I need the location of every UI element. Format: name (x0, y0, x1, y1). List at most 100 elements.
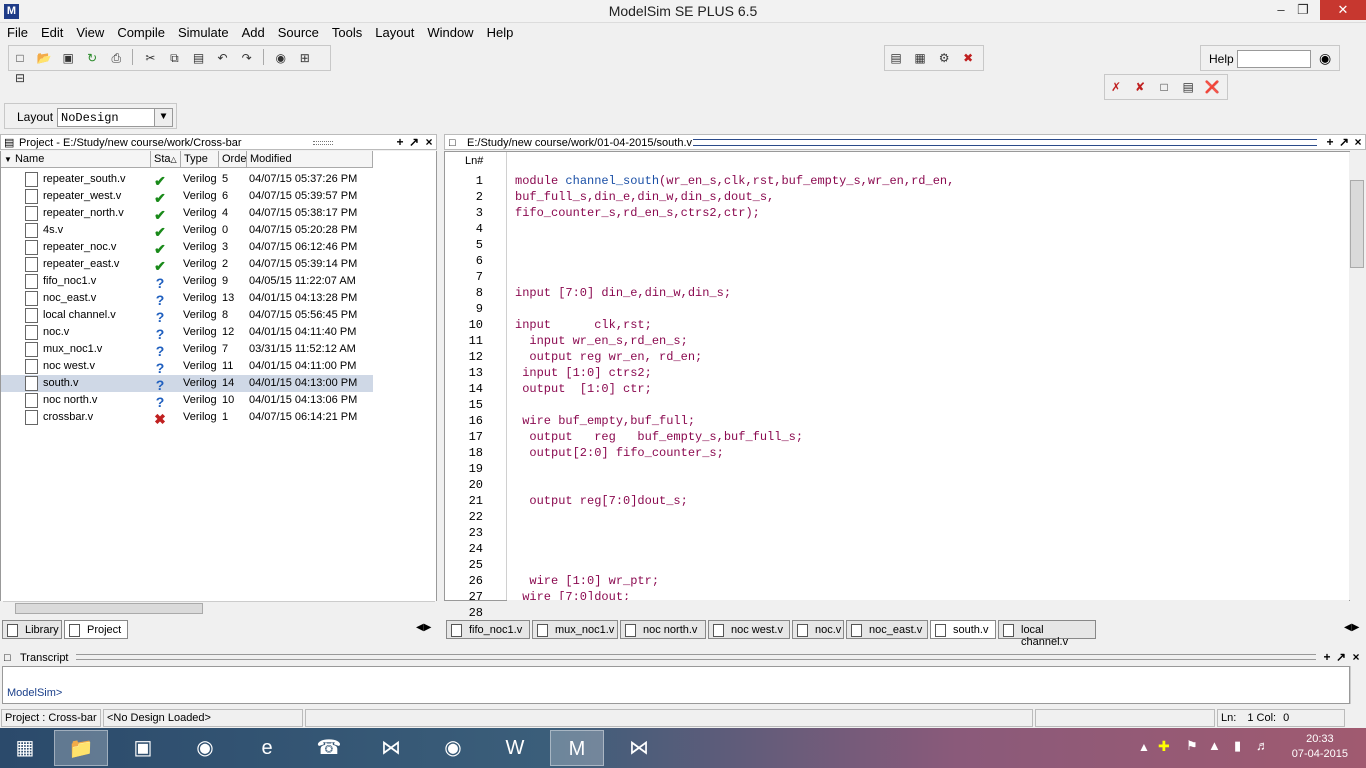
tab-scroll-icon[interactable]: ◀▶ (1344, 622, 1359, 633)
reload-icon[interactable]: ↻ (84, 50, 100, 66)
visual-studio-2-icon[interactable]: ⋈ (612, 730, 666, 766)
file-row[interactable]: crossbar.v ✖ Verilog 1 04/07/15 06:14:21 PM (1, 409, 373, 427)
scroll-thumb[interactable] (1350, 180, 1364, 268)
help-search-input[interactable] (1237, 50, 1311, 68)
volume-icon[interactable]: ♬ (1256, 738, 1269, 753)
undo-icon[interactable]: ↶ (215, 50, 231, 66)
menu-view[interactable]: View (69, 23, 110, 40)
code-line[interactable]: fifo_counter_s,rd_en_s,ctrs2,ctr); (515, 206, 760, 220)
code-line[interactable]: wire buf_empty,buf_full; (515, 414, 695, 428)
undock-icon[interactable]: ↗ (1337, 135, 1351, 149)
delete-bookmark-icon[interactable]: ✗ (1108, 79, 1124, 95)
code-line[interactable]: output reg buf_empty_s,buf_full_s; (515, 430, 803, 444)
tray-add-icon[interactable]: ✚ (1158, 738, 1170, 755)
tab-noc[interactable]: noc.v (792, 620, 844, 639)
menu-file[interactable]: File (0, 23, 34, 40)
compile-icon[interactable]: ▤ (888, 50, 904, 66)
close-pane-icon[interactable]: × (422, 135, 436, 149)
menu-layout[interactable]: Layout (368, 23, 420, 40)
column-modified[interactable]: Modified (247, 151, 373, 168)
tab-scroll-icon[interactable]: ◀▶ (416, 622, 431, 633)
battery-icon[interactable]: ▮ (1234, 738, 1241, 754)
paste-icon[interactable]: ▤ (191, 50, 207, 66)
code-line[interactable]: input wr_en_s,rd_en_s; (515, 334, 687, 348)
save-icon[interactable]: ▣ (60, 50, 76, 66)
file-row[interactable]: repeater_north.v ✔ Verilog 4 04/07/15 05:38:… (1, 205, 373, 223)
code-line[interactable]: wire [7:0]dout; (515, 590, 630, 600)
phone-icon[interactable]: ☎ (302, 730, 356, 766)
file-row[interactable]: south.v? Verilog 14 04/01/15 04:13:00 PM (1, 375, 373, 393)
redo-icon[interactable]: ↷ (239, 50, 255, 66)
document-icon[interactable]: □ (1156, 79, 1172, 95)
transcript-console[interactable]: ModelSim> (2, 666, 1350, 704)
drag-handle[interactable] (693, 139, 1317, 146)
code-line[interactable]: wire [1:0] wr_ptr; (515, 574, 659, 588)
close-pane-icon[interactable]: × (1351, 135, 1365, 149)
word-icon[interactable]: W (488, 730, 542, 766)
editor-hscrollbar[interactable] (507, 600, 1349, 614)
flag-icon[interactable]: ⚑ (1186, 738, 1198, 754)
chevron-down-icon[interactable]: ▼ (154, 109, 172, 126)
dock-icon[interactable]: + (1320, 650, 1334, 664)
clear-icon[interactable]: ❌ (1204, 79, 1220, 95)
file-row[interactable]: fifo_noc1.v? Verilog 9 04/05/15 11:22:07 AM (1, 273, 373, 291)
file-row[interactable]: noc west.v? Verilog 11 04/01/15 04:11:00 PM (1, 358, 373, 376)
print-icon[interactable]: ⎙ (108, 50, 124, 66)
visual-studio-icon[interactable]: ⋈ (364, 730, 418, 766)
file-row[interactable]: noc.v? Verilog 12 04/01/15 04:11:40 PM (1, 324, 373, 342)
start-windows-icon[interactable]: ▦ (0, 730, 50, 766)
file-row[interactable]: noc north.v? Verilog 10 04/01/15 04:13:06 P… (1, 392, 373, 410)
code-line[interactable]: output[2:0] fifo_counter_s; (515, 446, 723, 460)
modelsim-taskbar-icon[interactable]: M (550, 730, 604, 766)
menu-window[interactable]: Window (420, 23, 479, 40)
menu-source[interactable]: Source (271, 23, 325, 40)
open-folder-icon[interactable]: 📂 (36, 50, 52, 66)
menu-help[interactable]: Help (480, 23, 520, 40)
restore-icon[interactable]: ❐ (1290, 0, 1316, 20)
transcript-vscrollbar[interactable] (1350, 666, 1366, 704)
file-row[interactable]: repeater_south.v ✔ Verilog 5 04/07/15 05:37:… (1, 171, 373, 189)
file-row[interactable]: repeater_noc.v ✔ Verilog 3 04/07/15 06:12:46… (1, 239, 373, 257)
column-type[interactable]: Type (181, 151, 219, 168)
code-line[interactable]: output reg wr_en, rd_en; (515, 350, 702, 364)
scroll-thumb[interactable] (15, 603, 203, 614)
tray-arrow-icon[interactable]: ▲ (1138, 740, 1150, 754)
tab-project[interactable]: Project (64, 620, 128, 639)
undock-icon[interactable]: ↗ (407, 135, 421, 149)
clear-bookmarks-icon[interactable]: ✘ (1132, 79, 1148, 95)
tab-library[interactable]: Library (2, 620, 62, 639)
project-hscrollbar[interactable] (3, 601, 435, 615)
tab-noc-west[interactable]: noc west.v (708, 620, 790, 639)
column-name[interactable]: ▼ Name (1, 151, 151, 168)
dock-icon[interactable]: + (393, 135, 407, 149)
store-icon[interactable]: ▣ (116, 730, 170, 766)
drag-handle[interactable] (76, 654, 1316, 660)
new-file-icon[interactable]: □ (12, 50, 28, 66)
wifi-icon[interactable]: ▲ (1208, 738, 1221, 753)
tab-noc-east[interactable]: noc_east.v (846, 620, 928, 639)
file-row[interactable]: 4s.v ✔ Verilog 0 04/07/15 05:20:28 PM (1, 222, 373, 240)
dock-icon[interactable]: + (1323, 135, 1337, 149)
undock-icon[interactable]: ↗ (1334, 650, 1348, 664)
file-row[interactable]: mux_noc1.v? Verilog 7 03/31/15 11:52:12 AM (1, 341, 373, 359)
menu-compile[interactable]: Compile (110, 23, 171, 40)
tab-south[interactable]: south.v (930, 620, 996, 639)
drag-handle[interactable] (313, 141, 333, 145)
file-row[interactable]: noc_east.v? Verilog 13 04/01/15 04:13:28 PM (1, 290, 373, 308)
file-explorer-icon[interactable]: 📁 (54, 730, 108, 766)
firefox-icon[interactable]: ◉ (178, 730, 232, 766)
code-line[interactable]: input [7:0] din_e,din_w,din_s; (515, 286, 731, 300)
collapse-icon[interactable]: ⊞ (297, 50, 313, 66)
tab-local-channel[interactable]: local channel.v (998, 620, 1096, 648)
column-order[interactable]: Orde (219, 151, 247, 168)
binoculars-icon[interactable]: ◉ (1319, 50, 1331, 67)
expand-icon[interactable]: ⊟ (12, 70, 28, 86)
menu-edit[interactable]: Edit (34, 23, 69, 40)
code-line[interactable]: buf_full_s,din_e,din_w,din_s,dout_s, (515, 190, 774, 204)
notes-icon[interactable]: ▤ (1180, 79, 1196, 95)
break-icon[interactable]: ✖ (960, 50, 976, 66)
code-area[interactable]: module channel_south(wr_en_s,clk,rst,buf… (508, 152, 1348, 600)
tab-fifo-noc1[interactable]: fifo_noc1.v (446, 620, 530, 639)
internet-explorer-icon[interactable]: e (240, 730, 294, 766)
code-line[interactable]: output [1:0] ctr; (515, 382, 652, 396)
